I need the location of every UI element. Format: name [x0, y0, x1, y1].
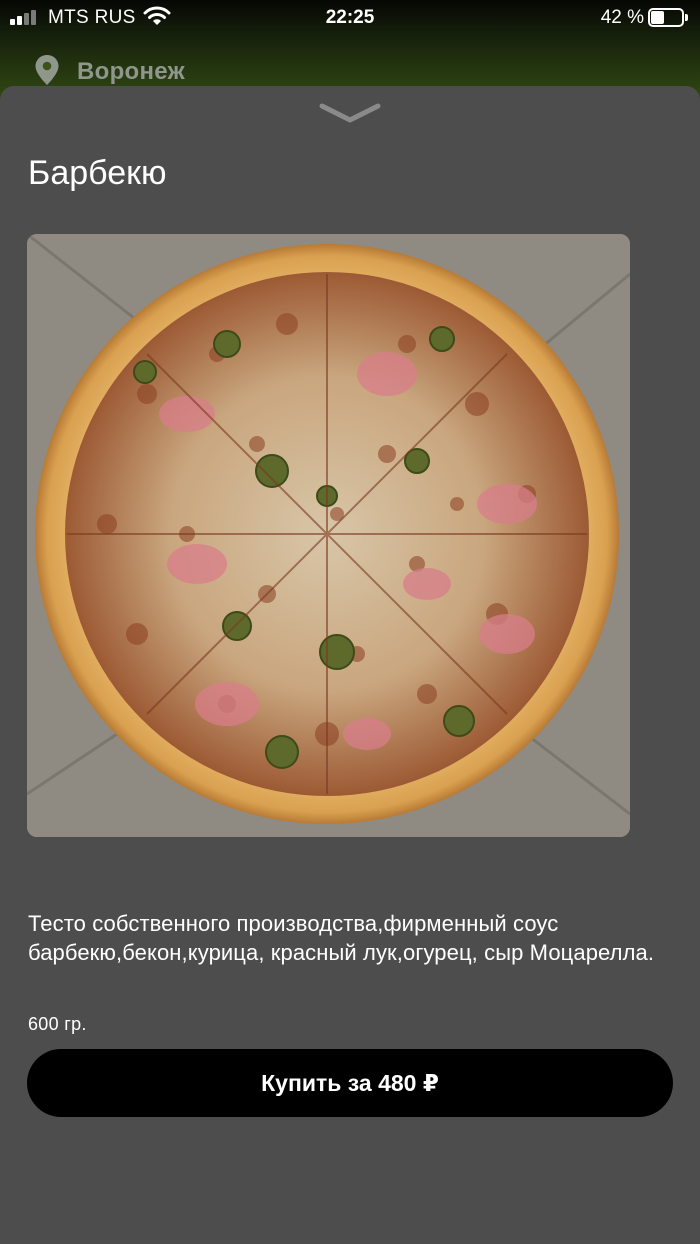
battery-icon — [648, 8, 688, 27]
battery-percent: 42 % — [600, 7, 644, 28]
product-description: Тесто собственного производства,фирменны… — [28, 911, 655, 965]
clock: 22:25 — [325, 7, 375, 28]
pin-icon — [35, 55, 59, 85]
city-name: Воронеж — [77, 58, 185, 85]
product-sheet: Барбекю Тесто собственного производства,… — [0, 86, 700, 1244]
product-title: Барбекю — [28, 154, 167, 192]
status-bar: MTS RUS 22:25 42 % — [0, 0, 700, 36]
product-weight: 600 гр. — [28, 1014, 87, 1034]
buy-button[interactable]: Купить за 480 ₽ — [27, 1049, 673, 1117]
product-image — [27, 234, 630, 837]
chevron-down-icon[interactable] — [318, 100, 382, 126]
location-bar[interactable]: Воронеж — [0, 50, 700, 90]
